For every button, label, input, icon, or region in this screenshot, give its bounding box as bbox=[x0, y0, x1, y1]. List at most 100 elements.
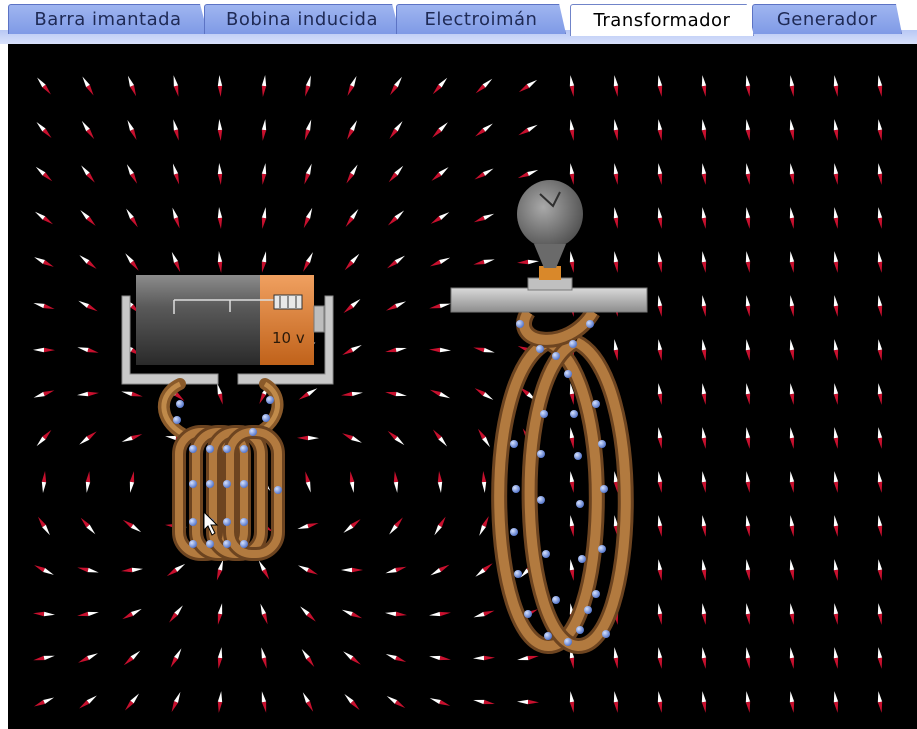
compass-needle-icon bbox=[261, 119, 267, 141]
compass-needle-icon bbox=[129, 471, 135, 493]
battery-body[interactable] bbox=[136, 275, 260, 365]
electron-dot bbox=[189, 540, 197, 548]
compass-needle-icon bbox=[745, 339, 751, 361]
compass-needle-icon bbox=[789, 119, 795, 141]
compass-needle-icon bbox=[745, 603, 751, 625]
compass-needle-icon bbox=[429, 303, 451, 309]
compass-needle-icon bbox=[833, 427, 839, 449]
electron-dot bbox=[240, 540, 248, 548]
compass-needle-icon bbox=[385, 653, 407, 663]
light-bulb[interactable] bbox=[517, 180, 583, 248]
primary-coil bbox=[172, 396, 285, 561]
compass-needle-icon bbox=[434, 516, 446, 536]
compass-needle-icon bbox=[701, 295, 707, 317]
electron-dot bbox=[574, 452, 582, 460]
electron-dot bbox=[240, 480, 248, 488]
compass-needle-icon bbox=[432, 122, 448, 138]
compass-needle-icon bbox=[518, 79, 538, 93]
compass-needle-icon bbox=[37, 77, 51, 95]
compass-needle-icon bbox=[121, 391, 143, 397]
compass-needle-icon bbox=[877, 295, 883, 317]
tab-generador[interactable]: Generador bbox=[752, 4, 902, 34]
electron-dot bbox=[524, 610, 532, 618]
compass-needle-icon bbox=[304, 119, 312, 141]
compass-needle-icon bbox=[341, 391, 363, 397]
compass-needle-icon bbox=[475, 563, 493, 577]
compass-needle-icon bbox=[789, 603, 795, 625]
tab-label: Electroimán bbox=[424, 9, 538, 30]
compass-needle-icon bbox=[789, 163, 795, 185]
compass-needle-icon bbox=[217, 207, 223, 229]
compass-needle-icon bbox=[77, 567, 99, 573]
compass-needle-icon bbox=[473, 699, 495, 705]
compass-needle-icon bbox=[877, 471, 883, 493]
compass-needle-icon bbox=[473, 259, 495, 265]
compass-needle-icon bbox=[437, 471, 443, 493]
compass-needle-icon bbox=[217, 647, 223, 669]
compass-needle-icon bbox=[217, 163, 223, 185]
compass-needle-icon bbox=[518, 124, 538, 136]
primary-coil-assembly: 10 v bbox=[121, 275, 334, 561]
compass-needle-icon bbox=[343, 298, 361, 314]
compass-needle-icon bbox=[127, 119, 137, 141]
compass-needle-icon bbox=[261, 163, 267, 185]
compass-needle-icon bbox=[387, 210, 405, 226]
compass-needle-icon bbox=[298, 388, 318, 400]
compass-needle-icon bbox=[701, 559, 707, 581]
compass-needle-icon bbox=[217, 75, 223, 97]
tab-label: Generador bbox=[776, 9, 878, 30]
compass-needle-icon bbox=[429, 655, 451, 661]
compass-needle-icon bbox=[613, 119, 619, 141]
tab-electroiman[interactable]: Electroimán bbox=[396, 4, 566, 34]
compass-needle-icon bbox=[344, 694, 360, 710]
tab-barra-imantada[interactable]: Barra imantada bbox=[8, 4, 208, 34]
compass-needle-icon bbox=[833, 559, 839, 581]
compass-needle-icon bbox=[701, 119, 707, 141]
simulation-canvas[interactable]: 10 v bbox=[8, 44, 917, 729]
compass-needle-icon bbox=[877, 251, 883, 273]
compass-needle-icon bbox=[473, 347, 495, 353]
compass-needle-icon bbox=[701, 691, 707, 713]
compass-needle-icon bbox=[745, 427, 751, 449]
compass-needle-icon bbox=[36, 429, 52, 447]
compass-needle-icon bbox=[701, 251, 707, 273]
compass-needle-icon bbox=[33, 390, 55, 398]
compass-needle-icon bbox=[173, 75, 179, 97]
compass-needle-icon bbox=[385, 347, 407, 353]
compass-needle-icon bbox=[260, 603, 268, 625]
electron-dot bbox=[576, 500, 584, 508]
compass-needle-icon bbox=[122, 608, 142, 620]
compass-needle-icon bbox=[80, 210, 96, 226]
compass-needle-icon bbox=[35, 166, 53, 182]
electron-dot bbox=[552, 352, 560, 360]
compass-needle-icon bbox=[877, 75, 883, 97]
compass-needle-icon bbox=[217, 251, 223, 273]
compass-needle-icon bbox=[429, 611, 451, 617]
compass-needle-icon bbox=[126, 164, 138, 184]
compass-needle-icon bbox=[429, 698, 451, 706]
compass-needle-icon bbox=[386, 696, 406, 708]
electron-dot bbox=[586, 320, 594, 328]
electron-dot bbox=[206, 445, 214, 453]
compass-needle-icon bbox=[302, 692, 314, 712]
electron-dot bbox=[540, 410, 548, 418]
compass-needle-icon bbox=[217, 119, 223, 141]
compass-needle-icon bbox=[473, 610, 495, 618]
compass-needle-icon bbox=[389, 517, 403, 535]
tab-transformador[interactable]: Transformador bbox=[570, 4, 754, 36]
compass-needle-icon bbox=[789, 647, 795, 669]
compass-needle-icon bbox=[613, 647, 619, 669]
compass-needle-icon bbox=[701, 163, 707, 185]
compass-needle-icon bbox=[170, 648, 182, 668]
compass-needle-icon bbox=[613, 251, 619, 273]
bulb-base bbox=[539, 266, 561, 280]
compass-needle-icon bbox=[77, 391, 99, 397]
electron-dot bbox=[189, 518, 197, 526]
compass-needle-icon bbox=[261, 251, 267, 273]
electron-dot bbox=[544, 632, 552, 640]
tab-bobina-inducida[interactable]: Bobina inducida bbox=[204, 4, 400, 34]
electron-dot bbox=[223, 518, 231, 526]
compass-needle-icon bbox=[78, 653, 98, 663]
compass-needle-icon bbox=[833, 383, 839, 405]
compass-needle-icon bbox=[258, 560, 270, 580]
